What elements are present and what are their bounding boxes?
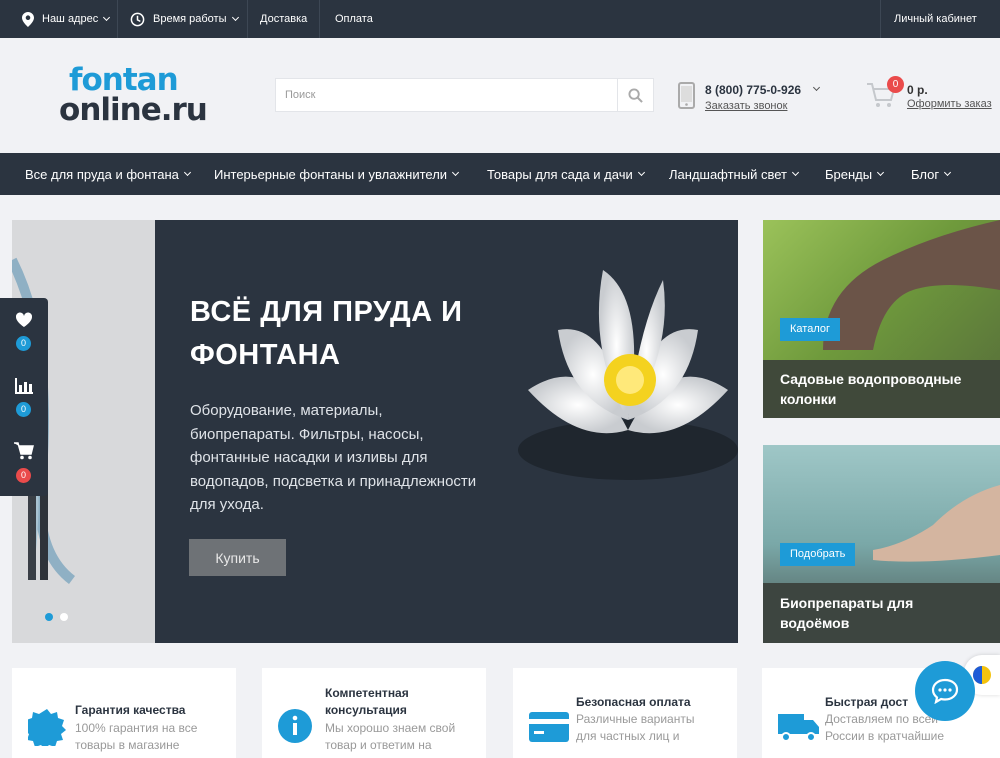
feature-text: Различные варианты для частных лиц и — [576, 712, 695, 743]
logo[interactable]: fontan online.ru — [55, 62, 208, 132]
top-bar: Наш адрес Время работы Доставка Оплата Л… — [0, 0, 1000, 38]
favorites-count: 0 — [16, 336, 31, 351]
header: fontan online.ru 8 (800) 775-0-926 Заказ… — [0, 38, 1000, 153]
cart-sum: 0 р. — [907, 83, 928, 97]
chevron-down-icon — [791, 168, 800, 177]
logo-line2-text: nline.ru — [79, 92, 208, 128]
credit-card-icon — [529, 712, 569, 742]
chevron-down-icon — [103, 13, 111, 22]
phone-number[interactable]: 8 (800) 775-0-926 — [705, 83, 801, 97]
nav-item-label: Интерьерные фонтаны и увлажнители — [214, 166, 448, 182]
nav-item-label: Ландшафтный свет — [669, 166, 787, 182]
side-cart-count: 0 — [16, 468, 31, 483]
slider-dot-2[interactable] — [60, 613, 68, 621]
cart-icon — [14, 442, 34, 460]
buy-button[interactable]: Купить — [189, 539, 286, 576]
delivery-label: Доставка — [260, 13, 308, 25]
nav-item-label: Бренды — [825, 166, 873, 182]
slider-dot-1[interactable] — [45, 613, 53, 621]
checkout-link[interactable]: Оформить заказ — [907, 98, 992, 110]
hero-slider: ВСЁ ДЛЯ ПРУДА И ФОНТАНА Оборудование, ма… — [12, 220, 738, 643]
promo-banner-1[interactable]: Каталог Садовые водопроводные колонки — [763, 220, 1000, 418]
payment-label: Оплата — [335, 13, 373, 25]
nav-item-garden[interactable]: Товары для сада и дачи — [487, 153, 645, 195]
chevron-down-icon — [183, 168, 191, 177]
hero-title: ВСЁ ДЛЯ ПРУДА И ФОНТАНА — [190, 296, 463, 371]
hours-label: Время работы — [153, 13, 227, 25]
phone-icon — [678, 82, 695, 109]
chat-bubble-icon — [931, 678, 959, 704]
cart-count-badge: 0 — [887, 76, 904, 93]
promo-tag: Каталог — [780, 318, 840, 341]
hours-dropdown[interactable]: Время работы — [118, 0, 248, 38]
bar-chart-icon — [15, 378, 33, 394]
chevron-down-icon — [452, 168, 460, 177]
hero-text: Оборудование, материалы, биопрепараты. Ф… — [190, 402, 477, 513]
promo-tag: Подобрать — [780, 543, 856, 566]
flag-icon — [973, 666, 991, 684]
account-label: Личный кабинет — [894, 13, 977, 25]
nav-item-label: Блог — [911, 166, 940, 182]
callback-link[interactable]: Заказать звонок — [705, 100, 787, 112]
promo-banner-2[interactable]: Подобрать Биопрепараты для водоёмов — [763, 445, 1000, 643]
side-quick-panel: 0 0 0 — [0, 298, 48, 496]
lotus-image — [518, 270, 738, 480]
nav-item-blog[interactable]: Блог — [911, 153, 952, 195]
heart-icon — [15, 312, 33, 327]
feature-card: Гарантия качества 100% гарантия на все т… — [12, 668, 236, 758]
slider-dots — [45, 613, 68, 621]
payment-link[interactable]: Оплата — [320, 0, 386, 38]
feature-title: Компетентная консультация — [325, 686, 409, 717]
delivery-truck-icon — [778, 714, 819, 742]
compare-count: 0 — [16, 402, 31, 417]
compare-button[interactable]: 0 — [0, 364, 48, 430]
nav-item-label: Товары для сада и дачи — [487, 166, 633, 182]
side-cart-button[interactable]: 0 — [0, 430, 48, 496]
feature-text: 100% гарантия на все товары в магазине — [75, 721, 198, 752]
feature-card: Компетентная консультация Мы хорошо знае… — [262, 668, 486, 758]
clock-icon — [130, 12, 145, 26]
chevron-down-icon — [877, 168, 885, 177]
logo-line2: online.ru — [59, 92, 208, 128]
chevron-down-icon — [637, 168, 645, 177]
badge-icon — [28, 709, 66, 746]
main-nav: Все для пруда и фонтана Интерьерные фонт… — [0, 153, 1000, 195]
nav-item-interior[interactable]: Интерьерные фонтаны и увлажнители — [214, 153, 460, 195]
address-label: Наш адрес — [42, 13, 99, 25]
promo-caption: Садовые водопроводные колонки — [780, 371, 962, 407]
account-link[interactable]: Личный кабинет — [880, 0, 1000, 38]
search-icon — [628, 87, 643, 103]
delivery-link[interactable]: Доставка — [248, 0, 320, 38]
address-dropdown[interactable]: Наш адрес — [0, 0, 118, 38]
search-button[interactable] — [617, 79, 653, 111]
nav-item-label: Все для пруда и фонтана — [25, 166, 179, 182]
feature-text: Мы хорошо знаем свой товар и ответим на — [325, 721, 456, 752]
feature-title: Безопасная оплата — [576, 695, 691, 709]
info-icon — [278, 709, 312, 743]
feature-title: Гарантия качества — [75, 703, 186, 717]
chevron-down-icon — [944, 168, 952, 177]
nav-item-light[interactable]: Ландшафтный свет — [669, 153, 800, 195]
favorites-button[interactable]: 0 — [0, 298, 48, 364]
promo-caption: Биопрепараты для водоёмов — [780, 595, 914, 631]
location-pin-icon — [22, 11, 34, 27]
search-box — [275, 78, 654, 112]
logo-line2-prefix: o — [59, 92, 80, 128]
feature-card: Безопасная оплата Различные варианты для… — [513, 668, 737, 758]
nav-item-brands[interactable]: Бренды — [825, 153, 885, 195]
chevron-down-icon — [231, 13, 239, 22]
search-input[interactable] — [276, 79, 616, 111]
chat-button[interactable] — [915, 661, 975, 721]
chevron-down-icon[interactable] — [812, 83, 821, 92]
nav-item-pond[interactable]: Все для пруда и фонтана — [25, 153, 191, 195]
